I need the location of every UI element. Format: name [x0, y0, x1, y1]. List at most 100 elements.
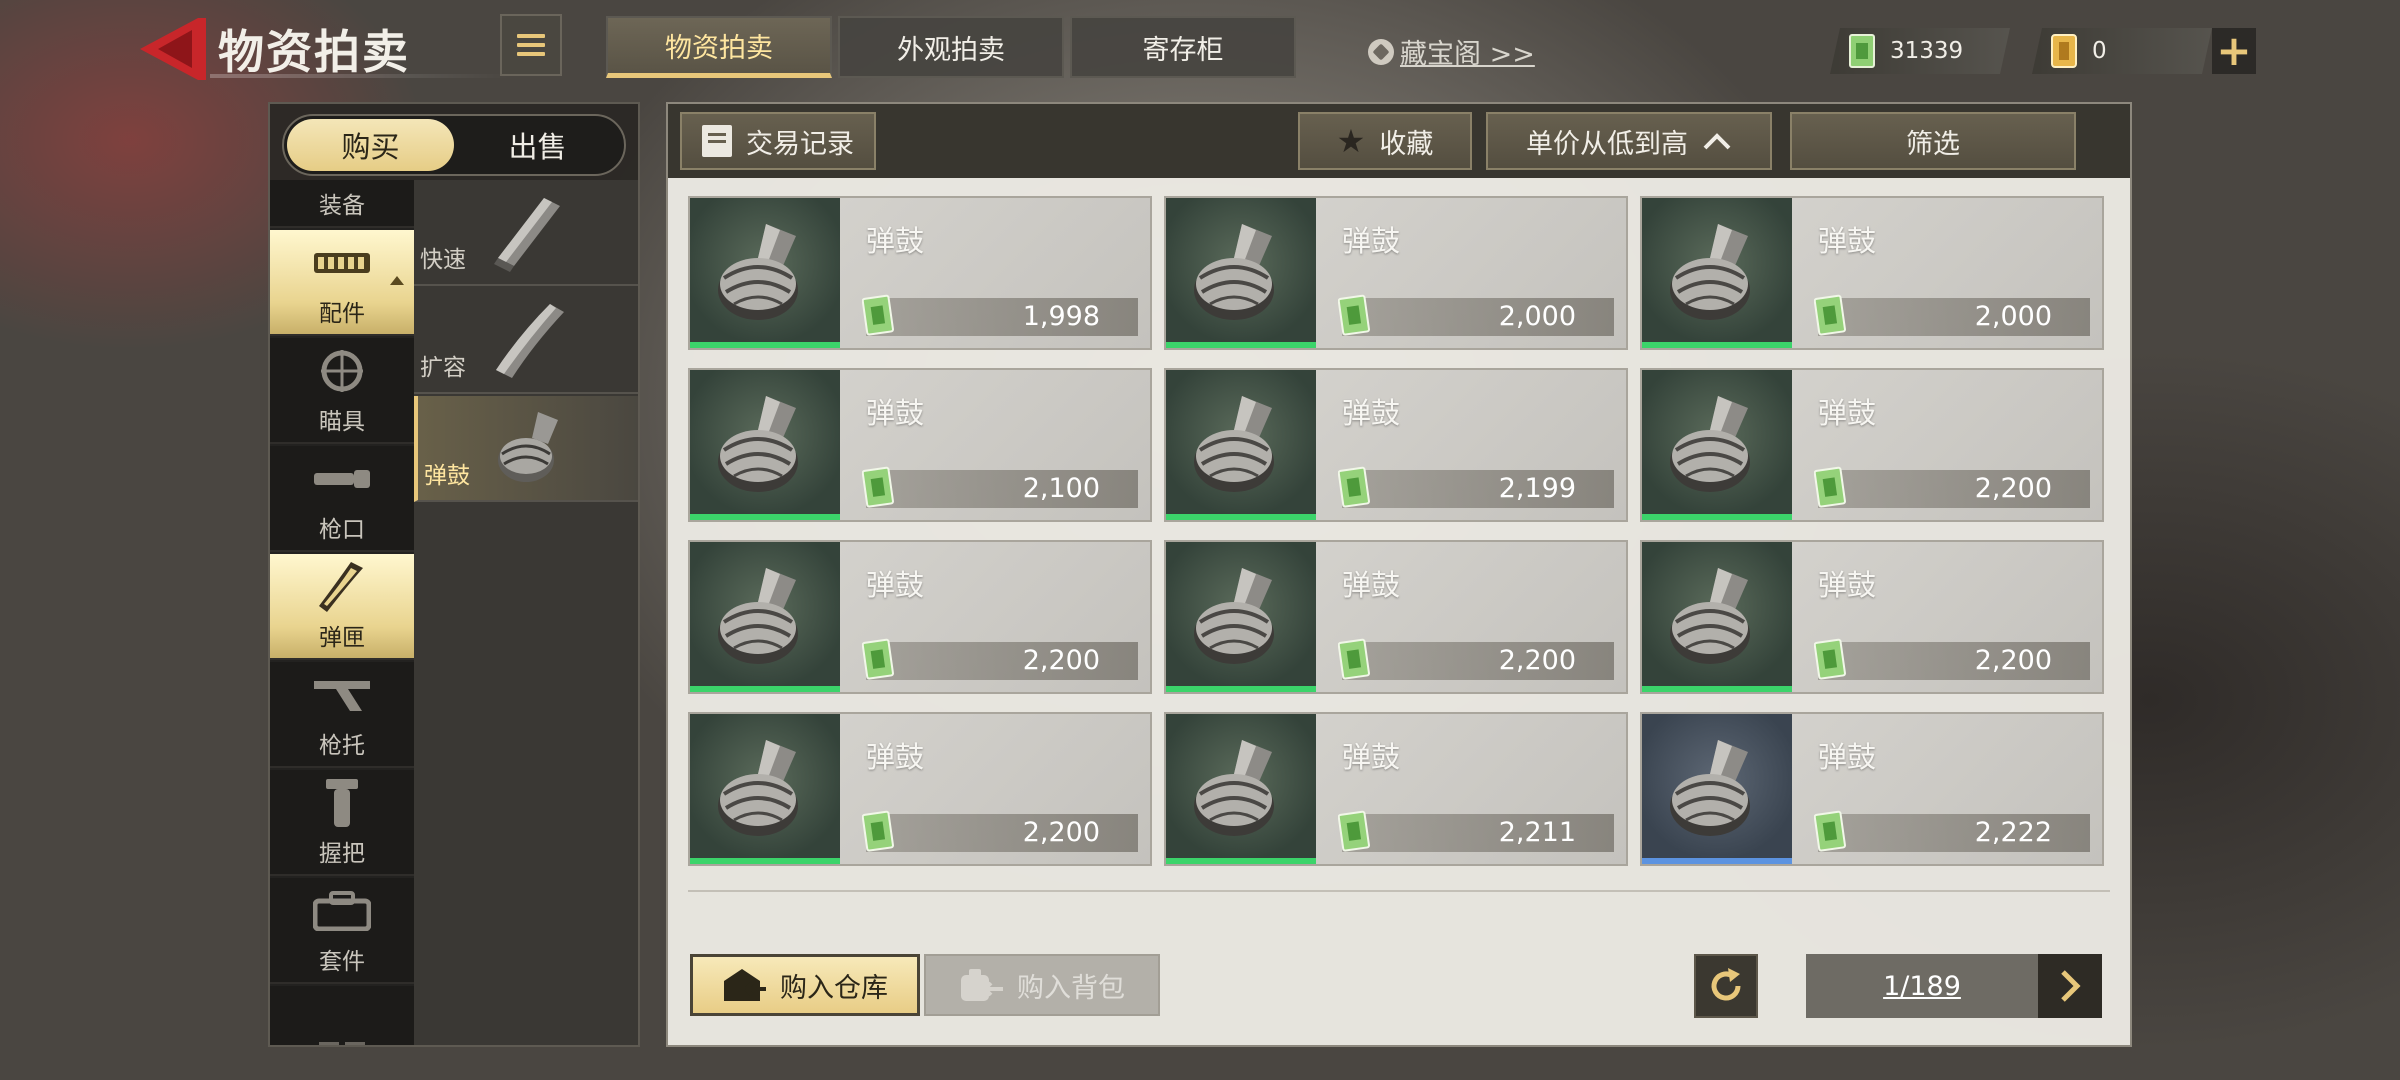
drum-magazine-icon — [718, 740, 798, 836]
item-card[interactable]: 弹鼓 2,200 — [1640, 540, 2104, 694]
buy-sell-toggle: 购买 出售 — [282, 114, 626, 176]
item-thumbnail — [1642, 198, 1792, 348]
item-card[interactable]: 弹鼓 2,000 — [1640, 196, 2104, 350]
item-card[interactable]: 弹鼓 2,200 — [1164, 540, 1628, 694]
tab-storage-locker[interactable]: 寄存柜 — [1070, 16, 1296, 78]
category-item-magazine[interactable]: 弹匣 — [270, 554, 414, 660]
item-name: 弹鼓 — [1342, 740, 1401, 774]
category-item-grip[interactable]: 握把 — [270, 770, 414, 876]
item-card[interactable]: 弹鼓 2,200 — [688, 712, 1152, 866]
price-bar: 2,000 — [1338, 294, 1614, 336]
menu-button[interactable] — [500, 14, 562, 76]
muzzle-icon — [312, 456, 372, 502]
category-label: 配件 — [319, 301, 365, 327]
price-bar: 2,200 — [1814, 638, 2090, 680]
item-price: 2,200 — [1974, 645, 2052, 676]
extended-magazine-icon — [496, 304, 564, 378]
item-price: 2,100 — [1022, 473, 1100, 504]
category-item-stock[interactable]: 枪托 — [270, 662, 414, 768]
item-card[interactable]: 弹鼓 2,100 — [688, 368, 1152, 522]
item-card[interactable]: 弹鼓 2,199 — [1164, 368, 1628, 522]
trade-record-button[interactable]: 交易记录 — [680, 112, 876, 170]
filter-button[interactable]: 筛选 — [1790, 112, 2076, 170]
category-label: 装备 — [319, 193, 365, 219]
item-name: 弹鼓 — [1818, 224, 1877, 258]
price-bar: 2,000 — [1814, 294, 2090, 336]
item-name: 弹鼓 — [866, 396, 925, 430]
cash-icon — [1338, 466, 1370, 508]
ticket-balance: 0 — [2032, 28, 2212, 74]
drum-magazine-icon — [498, 412, 558, 482]
tab-appearance-auction[interactable]: 外观拍卖 — [838, 16, 1064, 78]
ticket-amount: 0 — [2092, 38, 2107, 64]
page-indicator[interactable]: 1/189 — [1806, 971, 2038, 1002]
item-name: 弹鼓 — [1818, 568, 1877, 602]
item-card[interactable]: 弹鼓 1,998 — [688, 196, 1152, 350]
item-card[interactable]: 弹鼓 2,211 — [1164, 712, 1628, 866]
cash-icon — [1814, 638, 1846, 680]
category-item-scopes[interactable]: 瞄具 — [270, 338, 414, 444]
category-list: 装备 配件 瞄具 枪口 弹匣 枪托 握把 套件 — [270, 180, 414, 1045]
chevron-up-icon — [1703, 133, 1731, 150]
subcategory-item-drum[interactable]: 弹鼓 — [414, 396, 638, 502]
grid-divider — [688, 890, 2110, 892]
favorites-label: 收藏 — [1379, 128, 1434, 160]
cash-icon — [1814, 294, 1846, 336]
sort-button[interactable]: 单价从低到高 — [1486, 112, 1772, 170]
item-thumbnail — [1642, 714, 1792, 864]
price-bar: 2,200 — [862, 638, 1138, 680]
item-name: 弹鼓 — [866, 740, 925, 774]
treasure-pavilion-link[interactable]: 藏宝阁 >> — [1368, 32, 1535, 71]
price-bar: 2,199 — [1338, 466, 1614, 508]
star-icon: ★ — [1336, 122, 1366, 160]
subcategory-item-quick[interactable]: 快速 — [414, 180, 638, 286]
plus-icon: + — [2216, 26, 2252, 75]
category-label: 握把 — [319, 841, 365, 867]
price-bar: 2,200 — [862, 810, 1138, 852]
scope-icon — [312, 348, 372, 394]
category-label: 瞄具 — [319, 409, 365, 435]
item-thumbnail — [1642, 542, 1792, 692]
category-item-attachments[interactable]: 配件 — [270, 230, 414, 336]
tab-material-auction[interactable]: 物资拍卖 — [606, 16, 832, 78]
subcategory-item-extended[interactable]: 扩容 — [414, 288, 638, 394]
category-item-kit[interactable]: 套件 — [270, 878, 414, 984]
buy-to-warehouse-button[interactable]: 购入仓库 — [690, 954, 920, 1016]
item-name: 弹鼓 — [1818, 740, 1877, 774]
add-currency-button[interactable]: + — [2212, 28, 2256, 74]
category-item-more[interactable] — [270, 986, 414, 1045]
item-card[interactable]: 弹鼓 2,000 — [1164, 196, 1628, 350]
trade-record-label: 交易记录 — [746, 128, 854, 160]
drum-magazine-icon — [1194, 396, 1274, 492]
ticket-icon — [2050, 33, 2078, 69]
buy-to-backpack-label: 购入背包 — [1017, 972, 1125, 1004]
item-card[interactable]: 弹鼓 2,200 — [1640, 368, 2104, 522]
next-page-button[interactable] — [2038, 954, 2102, 1018]
item-card[interactable]: 弹鼓 2,222 — [1640, 712, 2104, 866]
back-button[interactable] — [136, 14, 208, 84]
item-name: 弹鼓 — [1342, 224, 1401, 258]
buy-to-backpack-button[interactable]: 购入背包 — [924, 954, 1160, 1016]
page-title: 物资拍卖 — [218, 25, 410, 79]
drum-magazine-icon — [1670, 224, 1750, 320]
sell-toggle[interactable]: 出售 — [454, 119, 621, 171]
buy-toggle[interactable]: 购买 — [287, 119, 454, 171]
cash-icon — [862, 810, 894, 852]
price-bar: 2,222 — [1814, 810, 2090, 852]
drum-magazine-icon — [1670, 568, 1750, 664]
cash-icon — [1814, 810, 1846, 852]
item-thumbnail — [1166, 714, 1316, 864]
category-label: 套件 — [319, 949, 365, 975]
category-item-equipment[interactable]: 装备 — [270, 180, 414, 228]
item-name: 弹鼓 — [1818, 396, 1877, 430]
category-item-muzzle[interactable]: 枪口 — [270, 446, 414, 552]
back-arrow-icon — [140, 18, 206, 80]
drum-magazine-icon — [718, 224, 798, 320]
item-card[interactable]: 弹鼓 2,200 — [688, 540, 1152, 694]
favorites-button[interactable]: ★ 收藏 — [1298, 112, 1472, 170]
category-panel: 购买 出售 装备 配件 瞄具 枪口 弹匣 枪托 握把 套件 快速 扩容 弹鼓 — [268, 102, 640, 1047]
cash-icon — [862, 466, 894, 508]
buy-to-warehouse-label: 购入仓库 — [780, 972, 888, 1004]
stock-icon — [312, 672, 372, 718]
refresh-button[interactable] — [1694, 954, 1758, 1018]
